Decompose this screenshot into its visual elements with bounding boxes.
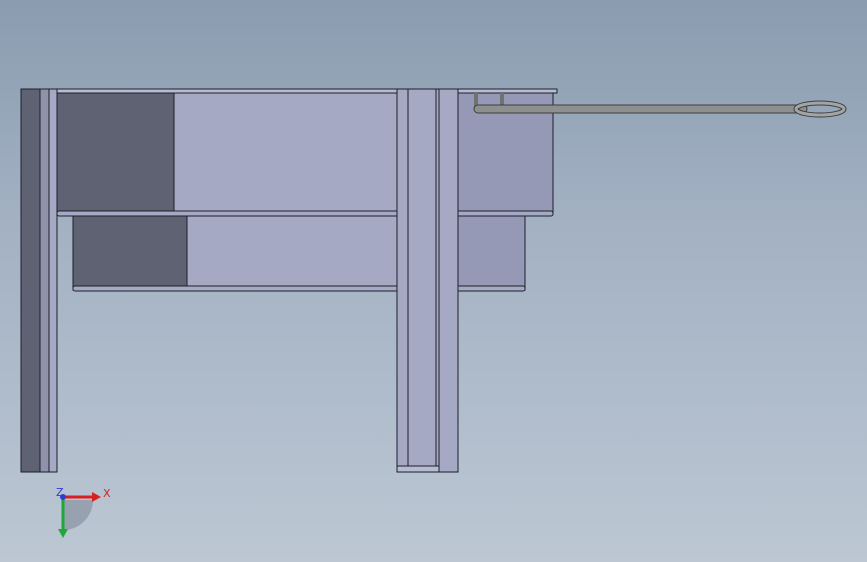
left-post[interactable] xyxy=(20,88,58,473)
triad-shade xyxy=(63,500,93,530)
model-view[interactable]: X Z xyxy=(0,0,867,562)
rod-shaft[interactable] xyxy=(473,104,808,114)
left-post-front-face[interactable] xyxy=(48,88,58,473)
x-axis-label: X xyxy=(103,487,111,500)
upper-tray-bottom-rim[interactable] xyxy=(56,210,554,217)
y-axis-arrowhead xyxy=(58,529,68,538)
upper-tray-face-left[interactable] xyxy=(173,92,399,214)
axis-triad: X Z xyxy=(56,486,111,538)
right-post-channel[interactable] xyxy=(407,88,440,467)
x-axis-arrowhead xyxy=(92,492,101,502)
upper-tray-top-lip[interactable] xyxy=(56,88,558,94)
left-post-side-face[interactable] xyxy=(39,88,50,473)
left-post-dark-face[interactable] xyxy=(20,88,41,473)
upper-tray-dark-face[interactable] xyxy=(56,92,175,214)
cad-graphics-viewport[interactable]: X Z xyxy=(0,0,867,562)
lower-tray-dark-face[interactable] xyxy=(72,215,188,291)
right-post-foot[interactable] xyxy=(396,465,440,473)
right-post[interactable] xyxy=(396,88,459,473)
lower-tray-face-right[interactable] xyxy=(457,215,526,291)
lower-tray-face-left[interactable] xyxy=(186,215,399,291)
z-axis-label: Z xyxy=(56,486,64,499)
